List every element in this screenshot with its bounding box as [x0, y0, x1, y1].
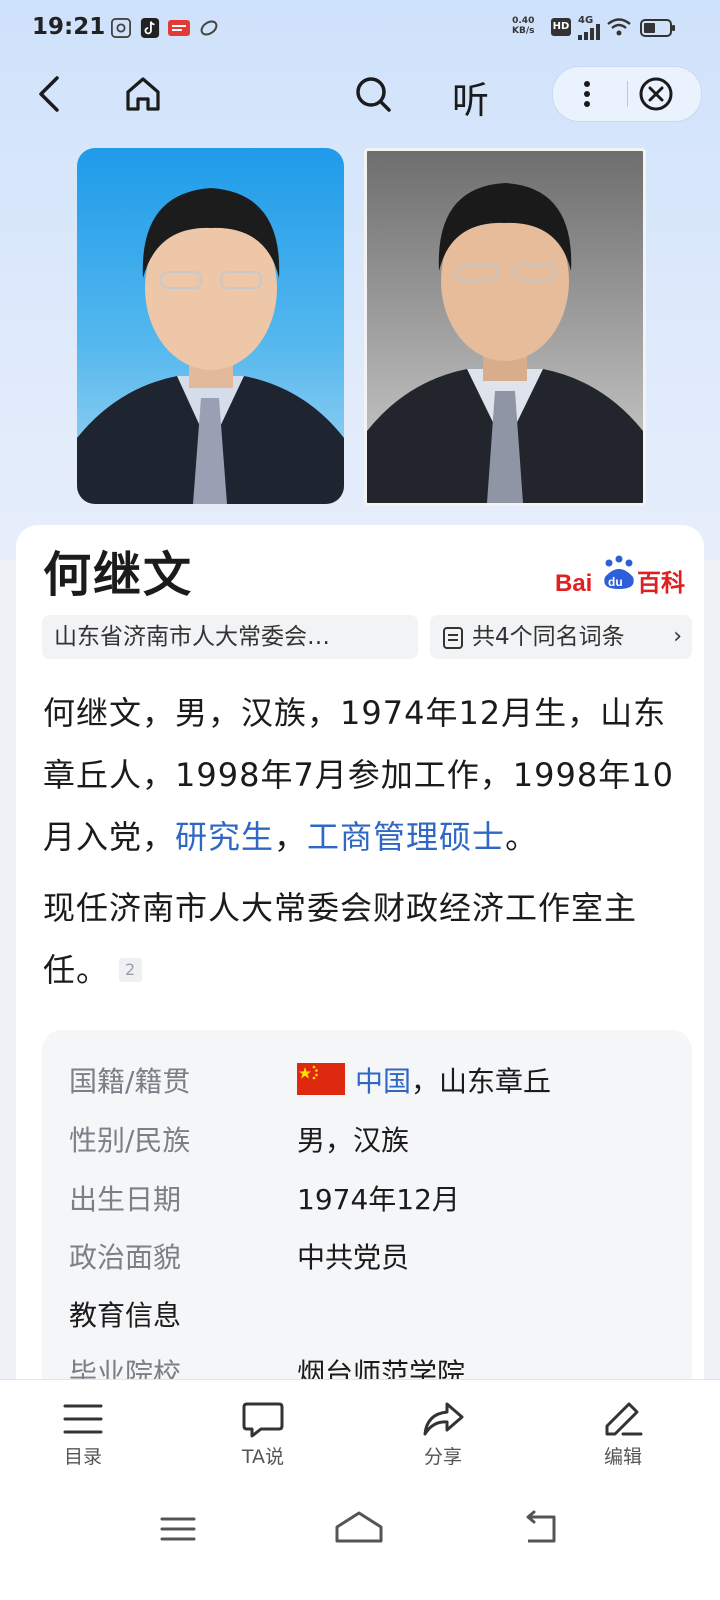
back-arrow-icon — [39, 76, 59, 112]
entry-card: 何继文 Bai du 百科 山东省济南市人大常委会… 共4个同名词条 › 何继文… — [16, 525, 704, 1425]
home-outline-icon — [335, 1511, 383, 1543]
entry-subtitle-chip[interactable]: 山东省济南市人大常委会… — [42, 615, 418, 659]
edit-icon — [605, 1402, 643, 1436]
ta-comment-button[interactable]: TA说 — [203, 1400, 323, 1480]
home-icon — [126, 77, 160, 111]
edit-button[interactable]: 编辑 — [563, 1400, 683, 1480]
info-section-education: 教育信息 — [42, 1294, 692, 1344]
portrait-photo-blue[interactable] — [77, 148, 344, 504]
info-key: 出生日期 — [69, 1183, 182, 1216]
info-value: 男，汉族 — [297, 1124, 410, 1157]
search-icon — [356, 77, 391, 112]
close-icon — [639, 77, 673, 111]
chat-icon — [242, 1402, 284, 1438]
system-back-button[interactable] — [520, 1509, 560, 1549]
same-name-label: 共4个同名词条 — [472, 624, 625, 650]
info-value-rest: ，山东章丘 — [411, 1065, 552, 1098]
info-value: 1974年12月 — [297, 1183, 460, 1216]
net-speed: 0.40 KB/s — [512, 16, 535, 36]
link-china[interactable]: 中国 — [355, 1065, 411, 1098]
info-value: 中国，山东章丘 — [297, 1060, 551, 1100]
info-value: 中共党员 — [297, 1241, 410, 1274]
svg-text:百科: 百科 — [637, 569, 685, 595]
back-button[interactable] — [22, 66, 78, 122]
position-paragraph: 现任济南市人大常委会财政经济工作室主任。 2 — [43, 877, 683, 1001]
toc-button[interactable]: 目录 — [23, 1400, 143, 1480]
hd-badge: HD — [551, 18, 571, 36]
more-button[interactable] — [569, 77, 605, 111]
share-button[interactable]: 分享 — [383, 1400, 503, 1480]
system-navigation-bar — [0, 1489, 720, 1600]
reference-badge[interactable]: 2 — [119, 958, 143, 982]
baidu-baike-logo: Bai du 百科 — [555, 555, 685, 595]
toolbar-label: 目录 — [63, 1446, 102, 1468]
summary-end: 。 — [505, 818, 539, 856]
wifi-icon — [607, 18, 631, 36]
listen-button[interactable]: 听 — [452, 70, 489, 124]
portrait-figure — [367, 183, 643, 503]
same-name-entries-chip[interactable]: 共4个同名词条 › — [430, 615, 692, 659]
document-icon — [443, 627, 463, 649]
portrait-figure — [77, 188, 344, 504]
summary-paragraph: 何继文，男，汉族，1974年12月生，山东章丘人，1998年7月参加工作，199… — [43, 682, 683, 868]
battery-icon — [640, 19, 675, 37]
app-notification-icon — [111, 18, 131, 38]
link-app-icon — [200, 20, 218, 36]
info-key: 国籍/籍贯 — [69, 1065, 191, 1098]
info-row-party: 政治面貌 中共党员 — [42, 1236, 692, 1286]
search-button[interactable] — [345, 66, 401, 122]
status-time: 19:21 — [32, 14, 106, 40]
more-dots-icon — [584, 81, 590, 107]
status-bar: 19:21 0.40 KB/s HD 4G — [0, 0, 720, 56]
chevron-right-icon: › — [673, 624, 682, 649]
svg-text:du: du — [608, 575, 623, 589]
toolbar-label: 分享 — [423, 1446, 462, 1468]
signal-icon — [578, 24, 600, 40]
link-mba[interactable]: 工商管理硕士 — [307, 818, 505, 856]
bottom-toolbar: 目录 TA说 分享 编辑 — [0, 1379, 720, 1490]
toolbar-label: 编辑 — [603, 1446, 642, 1468]
back-icon — [526, 1510, 556, 1543]
link-graduate[interactable]: 研究生 — [175, 818, 274, 856]
close-button[interactable] — [637, 75, 675, 113]
summary-separator: ， — [274, 818, 308, 856]
entry-title: 何继文 — [43, 547, 194, 603]
info-table: 国籍/籍贯 中国，山东章丘 性别/民族 男，汉族 出生日期 1974年12月 政… — [42, 1030, 692, 1410]
info-key: 性别/民族 — [69, 1124, 191, 1157]
home-button[interactable] — [115, 66, 171, 122]
portrait-photo-grey[interactable] — [364, 148, 646, 506]
info-row-gender: 性别/民族 男，汉族 — [42, 1119, 692, 1169]
menu-icon — [63, 1404, 103, 1434]
news-app-icon — [168, 20, 190, 36]
recent-apps-button[interactable] — [158, 1511, 198, 1547]
info-key: 政治面貌 — [69, 1241, 182, 1274]
capsule-divider — [627, 81, 628, 107]
china-flag-icon — [297, 1063, 345, 1095]
mini-program-capsule — [552, 66, 702, 122]
system-home-button[interactable] — [334, 1509, 384, 1549]
section-heading: 教育信息 — [69, 1299, 182, 1332]
info-row-nationality: 国籍/籍贯 中国，山东章丘 — [42, 1060, 692, 1110]
info-row-birth: 出生日期 1974年12月 — [42, 1178, 692, 1228]
share-icon — [423, 1402, 464, 1436]
recents-icon — [160, 1517, 196, 1541]
svg-text:Bai: Bai — [555, 570, 592, 595]
tiktok-icon — [140, 18, 160, 38]
toolbar-label: TA说 — [241, 1446, 285, 1468]
